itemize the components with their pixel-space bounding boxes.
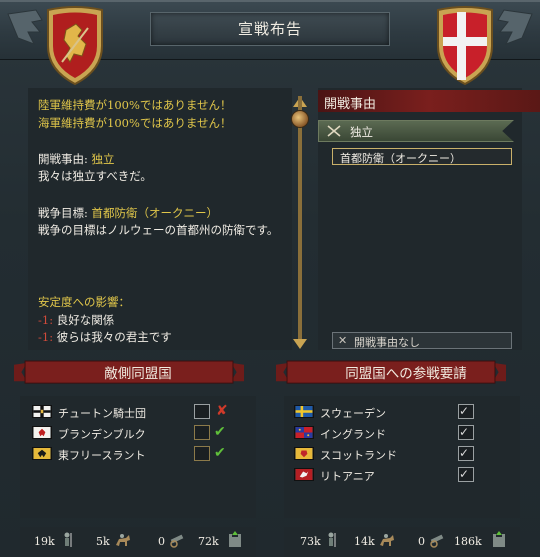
check-icon: ✔ — [214, 424, 226, 440]
selected-casus-belli[interactable] — [318, 120, 514, 142]
ally-total-count: 186k — [454, 535, 482, 548]
navy-maintenance-warning: 海軍維持費が100%ではありません！ — [38, 116, 232, 130]
casus-belli-value: 独立 — [91, 152, 115, 166]
infantry-icon — [64, 532, 72, 547]
war-goal-label: 戦争目標: — [38, 206, 92, 220]
stability-item: -1: 彼らは我々の君主です — [38, 330, 172, 344]
fortress-icon — [229, 531, 241, 547]
stability-text: 良好な関係 — [56, 313, 115, 327]
norway-coat-of-arms[interactable] — [42, 4, 108, 86]
war-goal-line: 戦争目標: 首都防衛（オークニー） — [38, 206, 218, 221]
england-flag — [294, 426, 314, 439]
east-frisia-flag — [32, 447, 52, 460]
enemy-total-count: 72k — [198, 535, 219, 548]
ally-infantry-count: 73k — [300, 535, 321, 548]
army-maintenance-warning: 陸軍維持費が100%ではありません！ — [38, 98, 232, 112]
scroll-down-arrow[interactable] — [293, 339, 307, 349]
artillery-icon — [170, 534, 184, 548]
casus-belli-label: 開戦事由: — [38, 152, 92, 166]
cross-icon: ✘ — [216, 403, 228, 419]
stability-item: -1: 良好な関係 — [38, 313, 115, 327]
stability-title: 安定度への影響： — [38, 295, 130, 309]
casus-belli-description: 我々は独立すべきだ。 — [38, 169, 152, 183]
fortress-icon — [493, 531, 505, 547]
enemy-forces-summary — [20, 527, 256, 557]
enemy-ally-name: ブランデンブルク — [58, 428, 146, 441]
enemy-ally-name: 東フリースラント — [58, 449, 146, 462]
enemy-ally-checkbox[interactable] — [194, 404, 210, 419]
checkbox-check-icon: ✓ — [459, 404, 470, 418]
scotland-flag — [294, 447, 314, 460]
call-allies-title: 同盟国への参戦要請 — [345, 366, 467, 382]
enemy-cavalry-count: 5k — [96, 535, 110, 548]
check-icon: ✔ — [214, 445, 226, 461]
ally-name: イングランド — [320, 428, 386, 441]
stability-value: -1 — [38, 330, 50, 344]
scrollbar-track[interactable] — [298, 96, 302, 344]
right-wing-ornament — [497, 9, 533, 45]
war-goal-description: 戦争の目標はノルウェーの首都州の防衛です。 — [38, 223, 279, 237]
ally-name: スウェーデン — [320, 407, 386, 420]
lithuania-flag — [294, 468, 314, 481]
teutonic-flag — [32, 405, 52, 418]
war-goal-option-label: 首都防衛（オークニー） — [340, 152, 461, 165]
enemy-ally-name: チュートン騎士団 — [58, 407, 146, 420]
casus-belli-line: 開戦事由: 独立 — [38, 152, 115, 167]
selected-casus-belli-label: 独立 — [350, 125, 373, 139]
no-casus-belli-label: 開戦事由なし — [354, 336, 420, 349]
enemy-infantry-count: 19k — [34, 535, 55, 548]
left-wing-ornament — [7, 9, 43, 45]
ally-cavalry-count: 14k — [354, 535, 375, 548]
enemy-allies-title: 敵側同盟国 — [104, 366, 172, 382]
cavalry-icon — [116, 534, 130, 546]
artillery-icon — [430, 534, 444, 548]
stability-value: -1 — [38, 313, 50, 327]
cavalry-icon — [380, 534, 394, 546]
war-goal-value: 首都防衛（オークニー） — [91, 206, 219, 220]
enemy-ally-checkbox[interactable] — [194, 446, 210, 461]
casus-belli-header-label: 開戦事由 — [324, 97, 377, 112]
denmark-coat-of-arms[interactable] — [432, 4, 498, 86]
infantry-icon — [328, 532, 336, 547]
enemy-artillery-count: 0 — [158, 535, 165, 548]
stability-text: 彼らは我々の君主です — [56, 330, 172, 344]
enemy-ally-checkbox[interactable] — [194, 425, 210, 440]
ally-artillery-count: 0 — [418, 535, 425, 548]
checkbox-check-icon: ✓ — [459, 446, 470, 460]
close-icon: ✕ — [338, 334, 348, 347]
checkbox-check-icon: ✓ — [459, 467, 470, 481]
crossed-swords-icon — [327, 125, 341, 137]
checkbox-check-icon: ✓ — [459, 425, 470, 439]
brandenburg-flag — [32, 426, 52, 439]
sweden-flag — [294, 405, 314, 418]
window-title: 宣戦布告 — [237, 20, 302, 38]
ally-name: スコットランド — [320, 449, 397, 462]
scrollbar-thumb[interactable] — [291, 110, 309, 128]
ally-name: リトアニア — [320, 470, 375, 483]
